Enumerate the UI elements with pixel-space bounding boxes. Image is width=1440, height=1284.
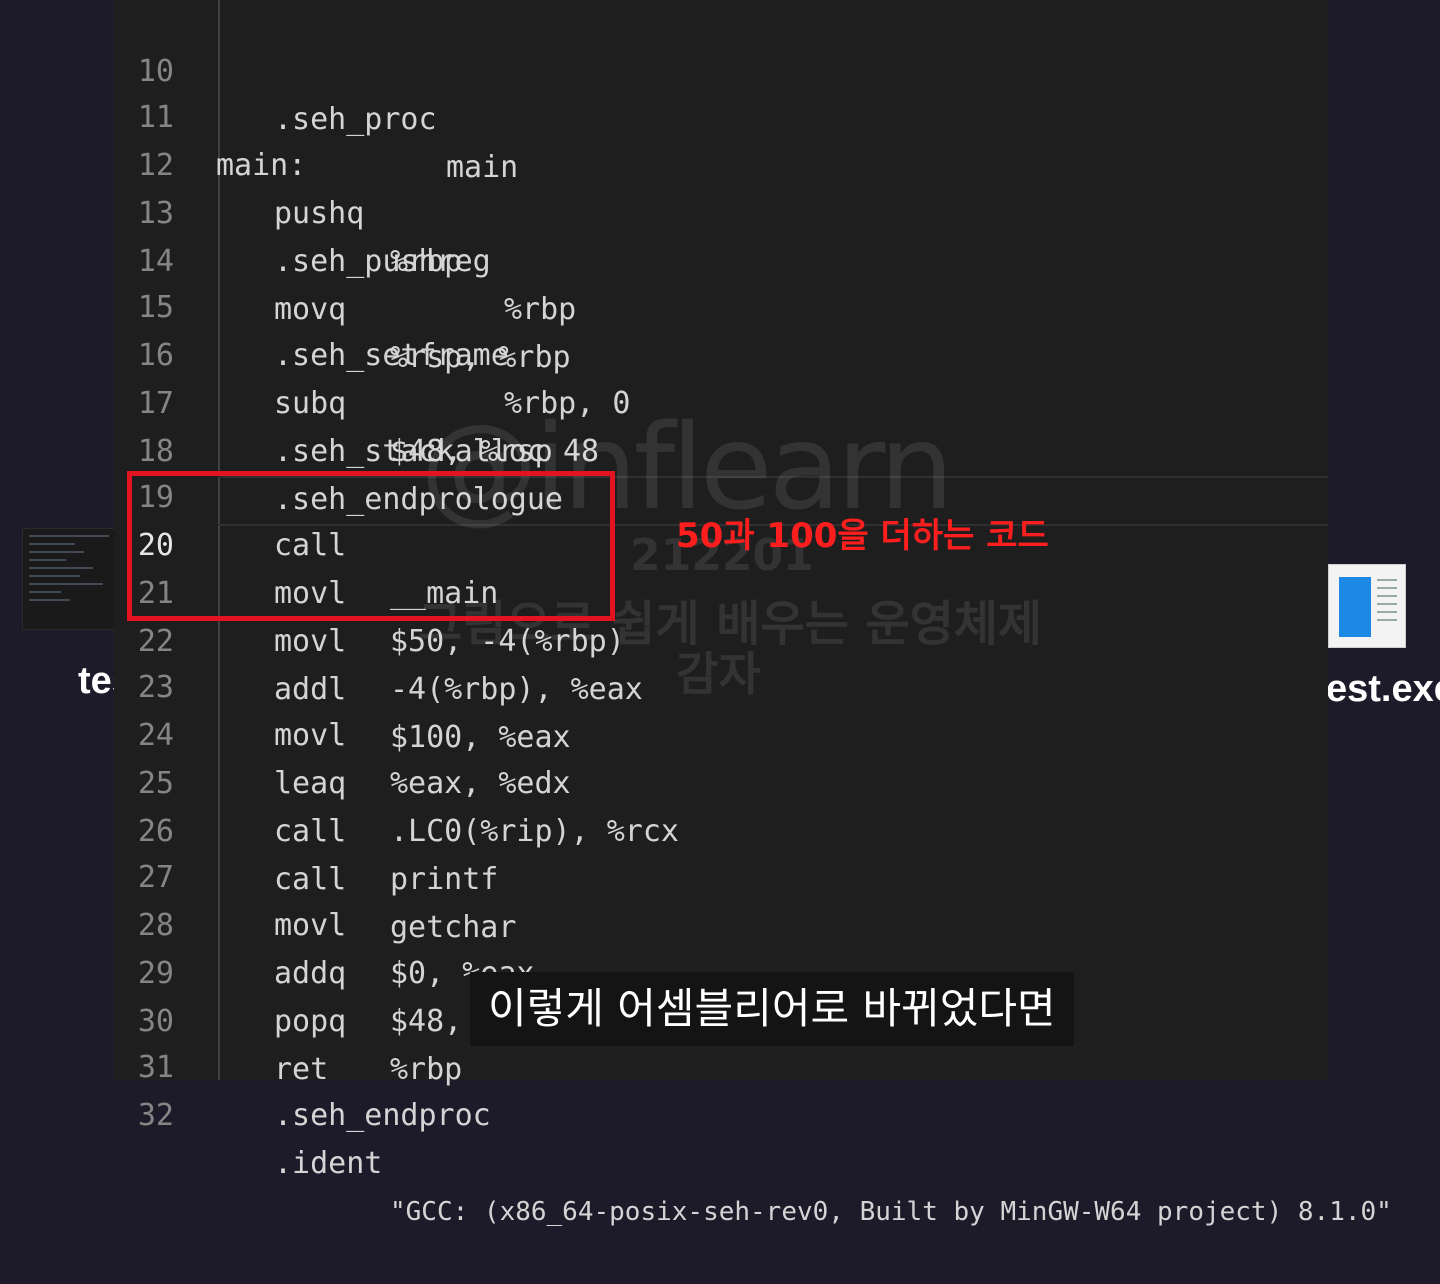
- code-line[interactable]: 25 call printf: [114, 712, 1328, 897]
- exe-file-icon[interactable]: [1328, 564, 1406, 648]
- instruction: .seh_endproc: [274, 1098, 491, 1133]
- code-line[interactable]: 28 addq $48, %rsp: [114, 854, 1328, 1039]
- code-line[interactable]: 32 .ident "GCC: (x86_64-posix-seh-rev0, …: [114, 1044, 1392, 1227]
- code-line[interactable]: 26 call getchar: [114, 760, 1328, 945]
- code-line[interactable]: 17 .seh_stackalloc 48: [114, 332, 1328, 469]
- code-line[interactable]: 11 main:: [114, 46, 1328, 183]
- watermark-author: 감자: [676, 647, 761, 701]
- code-line[interactable]: 13 .seh_pushreg %rbp: [114, 142, 1328, 327]
- desktop-file-label-right[interactable]: est.exe: [1326, 668, 1440, 711]
- code-line[interactable]: 12 pushq %rbp: [114, 94, 1328, 279]
- operand: "GCC: (x86_64-posix-seh-rev0, Built by M…: [390, 1197, 1392, 1227]
- code-line[interactable]: 29 popq %rbp: [114, 902, 1328, 1087]
- code-line[interactable]: 15 .seh_setframe %rbp, 0: [114, 236, 1328, 421]
- code-line[interactable]: 27 movl $0, %eax: [114, 806, 1328, 991]
- instruction: .ident: [274, 1146, 383, 1181]
- code-line[interactable]: 16 subq $48, %rsp: [114, 284, 1328, 469]
- highlight-box: [127, 471, 615, 621]
- code-line[interactable]: 10 .seh_proc main: [114, 0, 1328, 185]
- code-line[interactable]: 14 movq %rsp, %rbp: [114, 190, 1328, 375]
- source-file-icon[interactable]: [22, 528, 116, 630]
- subtitle-caption: 이렇게 어셈블리어로 바뀌었다면: [470, 972, 1074, 1046]
- line-number: 32: [137, 1098, 174, 1133]
- annotation-text: 50과 100을 더하는 코드: [676, 516, 1049, 556]
